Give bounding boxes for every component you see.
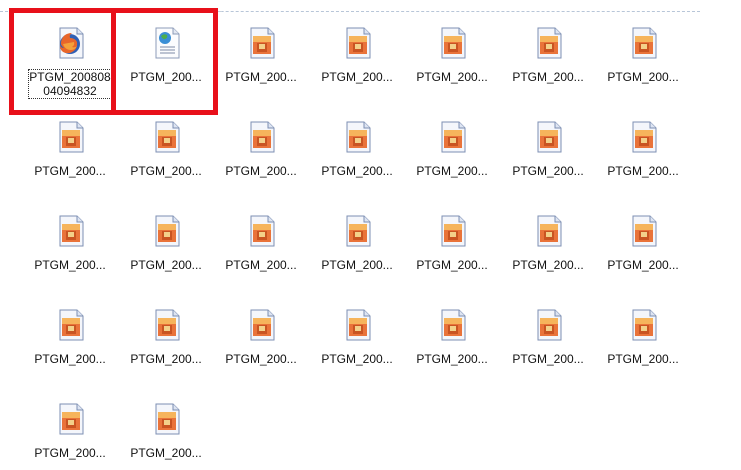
file-label: PTGM_200...	[34, 352, 106, 366]
file-label: PTGM_200...	[512, 70, 584, 84]
image-file-icon	[532, 214, 566, 248]
file-item[interactable]: PTGM_200...	[597, 212, 689, 298]
image-file-icon	[436, 308, 470, 342]
image-file-icon	[627, 26, 661, 60]
image-file-icon	[54, 214, 88, 248]
file-label: PTGM_200...	[34, 258, 106, 272]
image-file-icon	[245, 308, 279, 342]
file-item[interactable]: PTGM_200...	[120, 118, 212, 204]
file-item[interactable]: PTGM_200...	[311, 306, 403, 392]
file-item[interactable]: PTGM_200...	[24, 306, 116, 392]
file-label: PTGM_200...	[512, 164, 584, 178]
file-label: PTGM_200...	[321, 352, 393, 366]
file-label: PTGM_200...	[130, 258, 202, 272]
image-file-icon	[627, 308, 661, 342]
file-label: PTGM_200...	[321, 258, 393, 272]
file-label: PTGM_200...	[607, 352, 679, 366]
file-item[interactable]: PTGM_200...	[502, 306, 594, 392]
image-file-icon	[341, 120, 375, 154]
file-item[interactable]: PTGM_200...	[24, 118, 116, 204]
image-file-icon	[532, 308, 566, 342]
file-label: PTGM_200...	[130, 352, 202, 366]
file-item[interactable]: PTGM_200...	[597, 118, 689, 204]
image-file-icon	[150, 120, 184, 154]
file-label: PTGM_200...	[607, 164, 679, 178]
file-item[interactable]: PTGM_200...	[24, 400, 116, 470]
file-item[interactable]: PTGM_200...	[406, 212, 498, 298]
image-file-icon	[245, 26, 279, 60]
image-file-icon	[627, 214, 661, 248]
file-label: PTGM_200...	[225, 164, 297, 178]
image-file-icon	[341, 214, 375, 248]
file-item[interactable]: PTGM_200...	[502, 212, 594, 298]
file-label: PTGM_200...	[512, 258, 584, 272]
file-item[interactable]: PTGM_200...	[311, 24, 403, 110]
image-file-icon	[341, 308, 375, 342]
file-item[interactable]: PTGM_200...	[597, 306, 689, 392]
image-file-icon	[245, 120, 279, 154]
file-item[interactable]: PTGM_200...	[24, 212, 116, 298]
file-item[interactable]: PTGM_200...	[215, 306, 307, 392]
file-explorer-view: PTGM_20080804094832 PTGM_200... PTGM_200…	[0, 0, 741, 470]
image-file-icon	[54, 120, 88, 154]
file-item[interactable]: PTGM_200...	[120, 400, 212, 470]
highlight-box-second-file	[111, 8, 218, 115]
file-label: PTGM_200...	[416, 258, 488, 272]
file-item[interactable]: PTGM_200...	[502, 118, 594, 204]
file-label: PTGM_200...	[416, 352, 488, 366]
image-file-icon	[627, 120, 661, 154]
file-label: PTGM_200...	[321, 70, 393, 84]
image-file-icon	[245, 214, 279, 248]
file-item[interactable]: PTGM_200...	[311, 118, 403, 204]
file-item[interactable]: PTGM_200...	[406, 24, 498, 110]
image-file-icon	[436, 214, 470, 248]
file-label: PTGM_200...	[607, 70, 679, 84]
file-label: PTGM_200...	[225, 70, 297, 84]
file-label: PTGM_200...	[34, 446, 106, 460]
file-label: PTGM_200...	[416, 164, 488, 178]
file-item[interactable]: PTGM_200...	[120, 212, 212, 298]
file-item[interactable]: PTGM_200...	[502, 24, 594, 110]
file-label: PTGM_200...	[416, 70, 488, 84]
file-item[interactable]: PTGM_200...	[311, 212, 403, 298]
image-file-icon	[54, 402, 88, 436]
image-file-icon	[150, 308, 184, 342]
file-label: PTGM_200...	[34, 164, 106, 178]
file-label: PTGM_200...	[130, 164, 202, 178]
image-file-icon	[341, 26, 375, 60]
image-file-icon	[54, 308, 88, 342]
image-file-icon	[532, 26, 566, 60]
image-file-icon	[532, 120, 566, 154]
image-file-icon	[150, 402, 184, 436]
file-label: PTGM_200...	[130, 446, 202, 460]
file-item[interactable]: PTGM_200...	[597, 24, 689, 110]
file-item[interactable]: PTGM_200...	[215, 212, 307, 298]
image-file-icon	[436, 120, 470, 154]
file-label: PTGM_200...	[321, 164, 393, 178]
file-label: PTGM_200...	[225, 352, 297, 366]
file-item[interactable]: PTGM_200...	[406, 306, 498, 392]
file-item[interactable]: PTGM_200...	[406, 118, 498, 204]
file-label: PTGM_200...	[225, 258, 297, 272]
file-label: PTGM_200...	[607, 258, 679, 272]
file-item[interactable]: PTGM_200...	[215, 24, 307, 110]
file-item[interactable]: PTGM_200...	[215, 118, 307, 204]
image-file-icon	[150, 214, 184, 248]
highlight-box-first-file	[9, 8, 116, 115]
image-file-icon	[436, 26, 470, 60]
file-label: PTGM_200...	[512, 352, 584, 366]
file-item[interactable]: PTGM_200...	[120, 306, 212, 392]
